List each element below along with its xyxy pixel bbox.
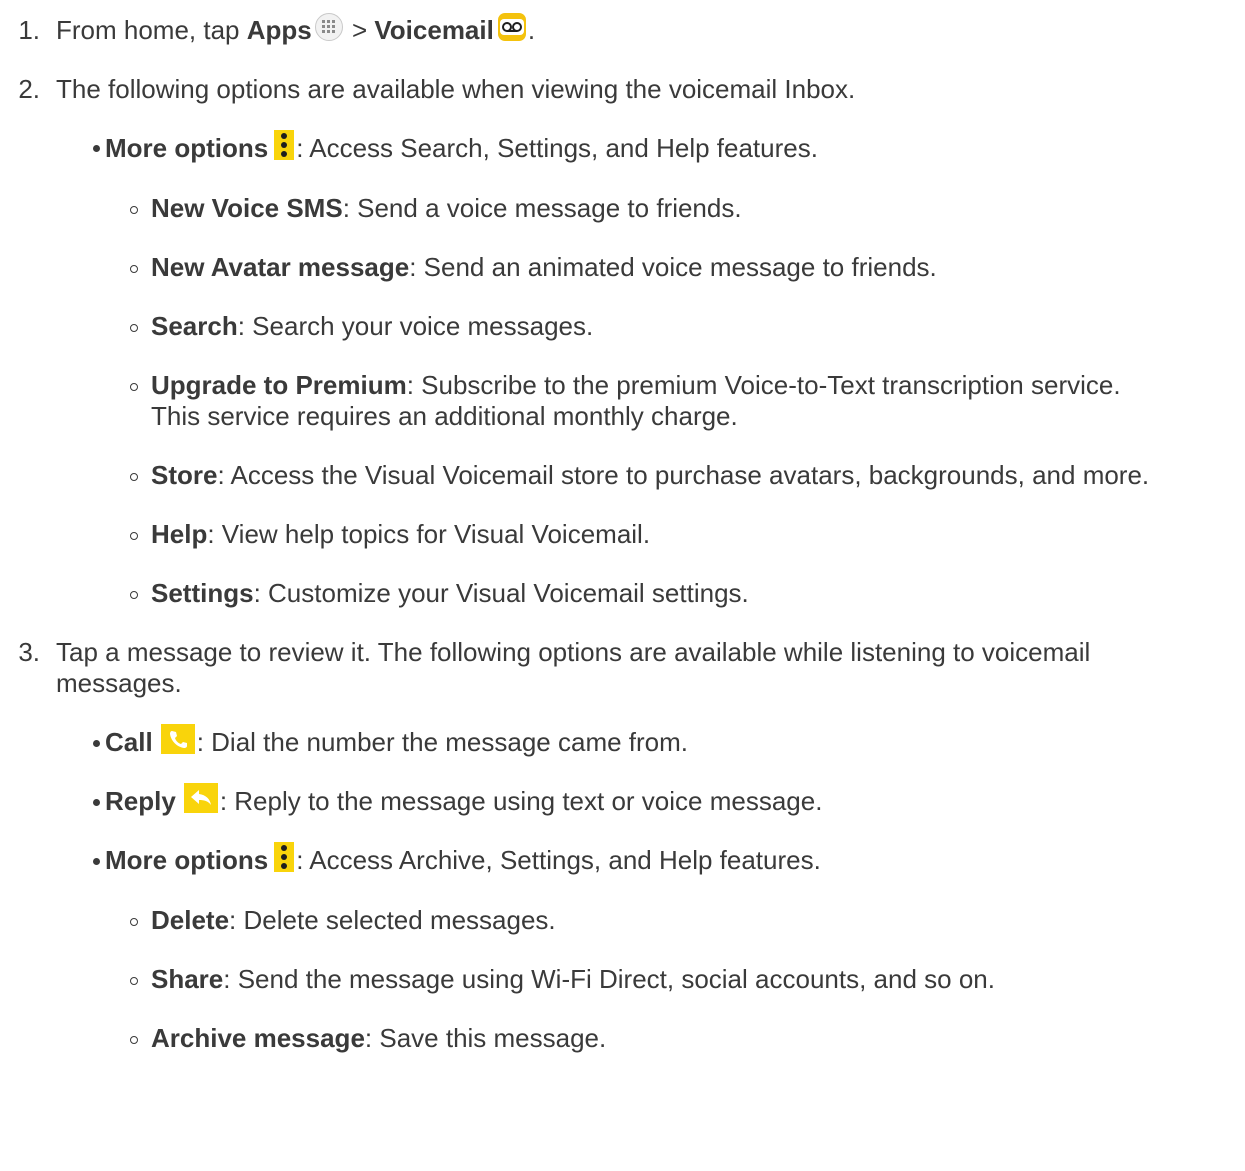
sub-bullet-circle <box>130 265 138 273</box>
bullet-label: Call <box>105 727 153 757</box>
step-3-text: Tap a message to review it. The followin… <box>56 637 1091 667</box>
sub-item-label: Delete <box>151 905 230 935</box>
apps-label: Apps <box>246 15 312 45</box>
sub-item-desc: : Search your voice messages. <box>237 311 594 341</box>
sub-item-desc: : View help topics for Visual Voicemail. <box>207 519 651 549</box>
sub-item-label: Help <box>151 519 208 549</box>
step-2-text: The following options are available when… <box>56 74 856 104</box>
bullet-dot <box>93 145 100 152</box>
sub-item-desc: : Subscribe to the premium Voice-to-Text… <box>406 370 1121 400</box>
sub-item-settings: Settings: Customize your Visual Voicemai… <box>151 578 749 609</box>
sub-bullet-circle <box>130 532 138 540</box>
step-3-text-continued: messages. <box>56 668 182 698</box>
bullet-reply: Reply : Reply to the message using text … <box>105 783 823 817</box>
bullet-dot <box>93 858 100 865</box>
sub-item-label: Share <box>151 964 224 994</box>
sub-item-desc: : Send an animated voice message to frie… <box>409 252 937 282</box>
step-1: From home, tap Apps > Voicemail . <box>56 13 536 46</box>
sub-bullet-circle <box>130 1036 138 1044</box>
bullet-more-options-message: More options : Access Archive, Settings,… <box>105 842 821 876</box>
sub-item-label: Settings <box>151 578 254 608</box>
sub-item-share: Share: Send the message using Wi-Fi Dire… <box>151 964 995 995</box>
bullet-dot <box>93 799 100 806</box>
sub-bullet-circle <box>130 383 138 391</box>
voicemail-icon <box>497 13 526 41</box>
sub-item-desc: : Send a voice message to friends. <box>342 193 742 223</box>
bullet-desc: : Dial the number the message came from. <box>196 727 689 757</box>
bullet-label: Reply <box>105 786 176 816</box>
sub-item-label: Archive message <box>151 1023 365 1053</box>
sub-item-label: New Voice SMS <box>151 193 343 223</box>
step-1-separator: > <box>344 15 375 45</box>
apps-grid-icon <box>314 13 343 41</box>
sub-item-archive-message: Archive message: Save this message. <box>151 1023 606 1054</box>
step-1-post-text: . <box>527 15 536 45</box>
sub-item-desc: : Save this message. <box>364 1023 607 1053</box>
sub-item-help: Help: View help topics for Visual Voicem… <box>151 519 650 550</box>
sub-item-new-voice-sms: New Voice SMS: Send a voice message to f… <box>151 193 742 224</box>
step-number: 2. <box>18 74 40 104</box>
sub-item-search: Search: Search your voice messages. <box>151 311 593 342</box>
sub-item-desc-continued: This service requires an additional mont… <box>151 401 738 431</box>
sub-bullet-circle <box>130 918 138 926</box>
sub-item-desc: : Delete selected messages. <box>229 905 556 935</box>
bullet-dot <box>93 740 100 747</box>
bullet-label: More options <box>105 845 269 875</box>
bullet-label: More options <box>105 133 269 163</box>
sub-item-desc: : Access the Visual Voicemail store to p… <box>217 460 1150 490</box>
sub-item-label: Upgrade to Premium <box>151 370 407 400</box>
bullet-desc: : Reply to the message using text or voi… <box>219 786 823 816</box>
bullet-call: Call : Dial the number the message came … <box>105 724 689 758</box>
sub-bullet-circle <box>130 473 138 481</box>
step-1-pre-text: From home, tap <box>56 15 247 45</box>
sub-item-upgrade-to-premium: Upgrade to Premium: Subscribe to the pre… <box>151 370 1121 401</box>
sub-item-label: Store <box>151 460 218 490</box>
phone-call-icon <box>160 724 195 754</box>
sub-bullet-circle <box>130 977 138 985</box>
reply-arrow-icon <box>183 783 218 813</box>
sub-item-new-avatar-message: New Avatar message: Send an animated voi… <box>151 252 937 283</box>
more-options-icon <box>274 842 295 872</box>
sub-bullet-circle <box>130 324 138 332</box>
step-number: 1. <box>18 15 40 45</box>
sub-item-desc: : Customize your Visual Voicemail settin… <box>253 578 749 608</box>
sub-bullet-circle <box>130 591 138 599</box>
voicemail-label: Voicemail <box>374 15 494 45</box>
more-options-icon <box>274 130 295 160</box>
bullet-more-options-inbox: More options : Access Search, Settings, … <box>105 130 818 164</box>
sub-bullet-circle <box>130 206 138 214</box>
sub-item-delete: Delete: Delete selected messages. <box>151 905 556 936</box>
sub-item-label: Search <box>151 311 238 341</box>
sub-item-label: New Avatar message <box>151 252 410 282</box>
sub-item-desc: : Send the message using Wi-Fi Direct, s… <box>223 964 995 994</box>
bullet-desc: : Access Archive, Settings, and Help fea… <box>296 845 821 875</box>
sub-item-store: Store: Access the Visual Voicemail store… <box>151 460 1149 491</box>
bullet-desc: : Access Search, Settings, and Help feat… <box>296 133 818 163</box>
step-number: 3. <box>18 637 40 667</box>
